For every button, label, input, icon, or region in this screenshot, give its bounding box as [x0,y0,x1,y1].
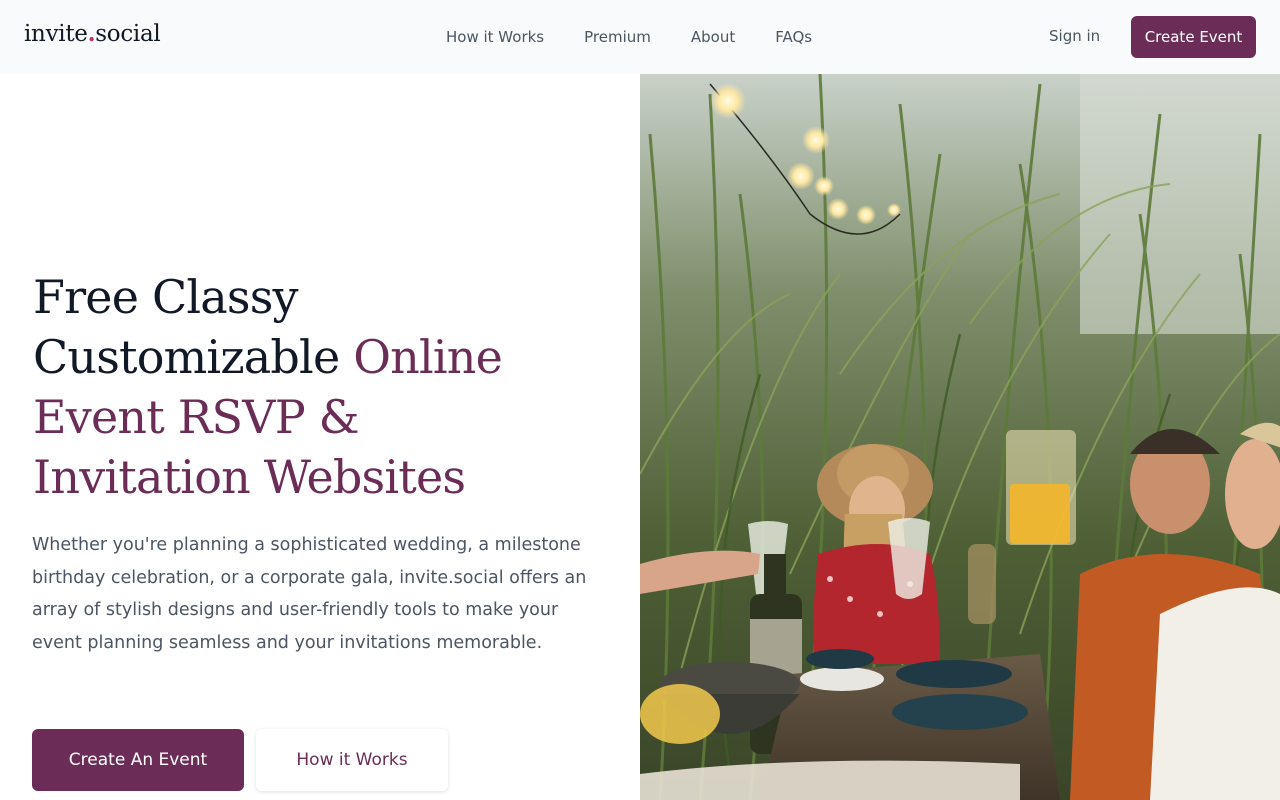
headline-line1: Free Classy [33,270,299,324]
site-header: invite. social How it Works Premium About… [0,0,1280,74]
hero-headline: Free Classy Customizable Online Event RS… [33,267,593,507]
nav-link-faqs[interactable]: FAQs [755,28,832,46]
brand-dot: . [87,20,96,47]
brand-name-part1: invite [24,21,88,47]
brand-name-part2: social [95,21,161,47]
nav-link-how-it-works[interactable]: How it Works [426,28,564,46]
create-event-button[interactable]: Create Event [1131,16,1256,58]
headline-line4-accent: Invitation Websites [33,450,466,504]
sign-in-link[interactable]: Sign in [1034,27,1115,45]
headline-line3-accent: Event RSVP & [33,390,360,444]
brand-logo[interactable]: invite. social [24,20,161,47]
nav-link-about[interactable]: About [671,28,755,46]
hero-section: Free Classy Customizable Online Event RS… [0,74,640,800]
hero-description: Whether you're planning a sophisticated … [32,535,587,653]
hero-photo [640,74,1280,800]
how-it-works-button[interactable]: How it Works [256,729,448,791]
create-an-event-button[interactable]: Create An Event [32,729,244,791]
nav-link-premium[interactable]: Premium [564,28,671,46]
headline-line2-plain: Customizable [33,330,354,384]
main-nav: How it Works Premium About FAQs [426,0,832,74]
headline-line2-accent: Online [353,330,503,384]
party-photo-illustration [640,74,1280,800]
